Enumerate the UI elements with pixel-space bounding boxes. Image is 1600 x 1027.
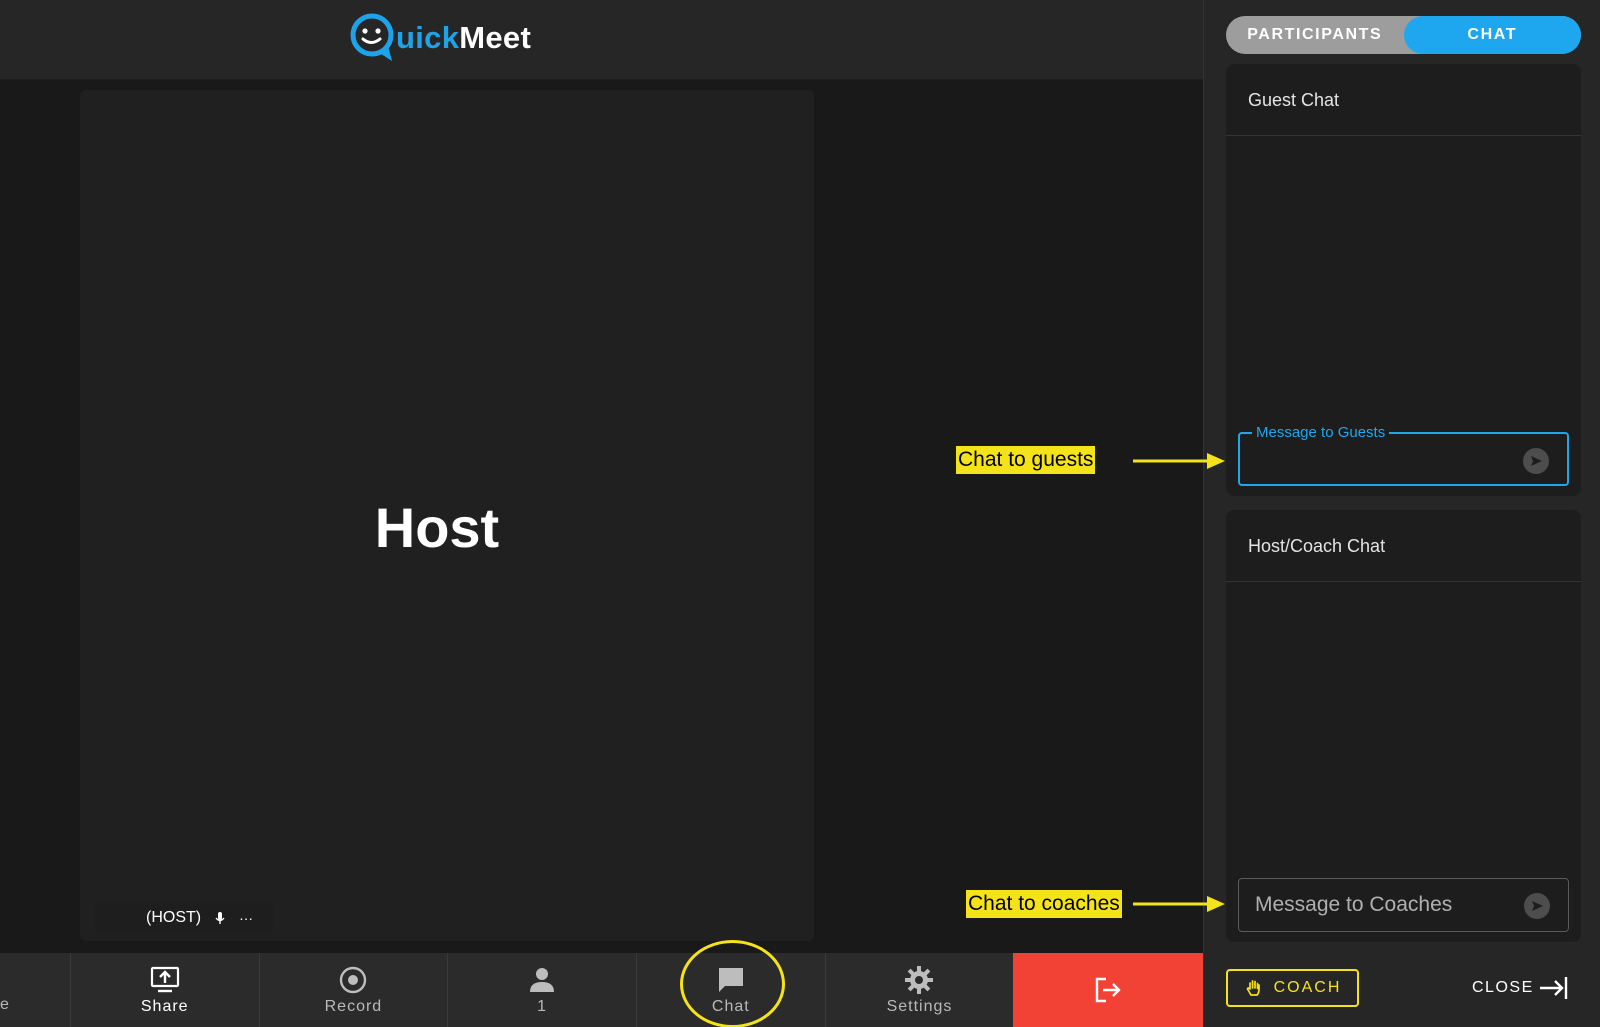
host-video-tile[interactable]: Host (HOST) ··· bbox=[80, 90, 814, 941]
person-icon bbox=[530, 967, 555, 992]
tile-label: (HOST) bbox=[146, 909, 202, 926]
app-window: uickMeet Host (HOST) ··· e Share Record … bbox=[0, 0, 1600, 1027]
coach-chat-card: Host/Coach Chat Message to Coaches bbox=[1226, 510, 1581, 942]
more-options-icon[interactable]: ··· bbox=[239, 910, 253, 926]
header: uickMeet bbox=[0, 0, 1203, 80]
gear-icon bbox=[905, 965, 934, 994]
toolbar-item-partial[interactable]: e bbox=[0, 953, 70, 1027]
guest-send-button[interactable] bbox=[1523, 448, 1549, 474]
coach-chat-title: Host/Coach Chat bbox=[1226, 510, 1581, 582]
tab-chat[interactable]: CHAT bbox=[1403, 16, 1581, 54]
record-button[interactable]: Record bbox=[258, 953, 448, 1027]
side-panel: PARTICIPANTS CHAT Guest Chat Message to … bbox=[1203, 0, 1600, 1027]
chat-button[interactable]: Chat bbox=[635, 953, 825, 1027]
panel-tabs: PARTICIPANTS CHAT bbox=[1226, 16, 1581, 54]
record-icon bbox=[340, 966, 367, 993]
annotation-arrow-guests bbox=[1133, 453, 1225, 469]
microphone-icon bbox=[215, 912, 225, 924]
tile-footer: (HOST) ··· bbox=[94, 903, 274, 933]
send-icon bbox=[1532, 901, 1543, 911]
screen-share-icon bbox=[150, 966, 179, 992]
annotation-chat-to-coaches: Chat to coaches bbox=[966, 890, 1122, 918]
meeting-toolbar: e Share Record 1 Chat Settings bbox=[0, 953, 1204, 1027]
coach-send-button[interactable] bbox=[1524, 893, 1550, 919]
coach-button-label: COACH bbox=[1273, 979, 1342, 996]
tab-participants[interactable]: PARTICIPANTS bbox=[1226, 16, 1404, 54]
logo-text: uickMeet bbox=[396, 20, 532, 55]
annotation-chat-to-guests: Chat to guests bbox=[956, 446, 1096, 474]
settings-label: Settings bbox=[886, 997, 953, 1015]
chat-bubble-icon bbox=[718, 967, 743, 992]
close-label: CLOSE bbox=[1472, 979, 1534, 996]
participant-name: Host bbox=[374, 496, 500, 559]
logo-speech-bubble-icon bbox=[350, 13, 394, 61]
participants-count: 1 bbox=[537, 997, 548, 1015]
guest-message-input[interactable]: Message to Guests bbox=[1238, 424, 1569, 486]
quickmeet-logo: uickMeet bbox=[348, 10, 531, 66]
guest-message-legend: Message to Guests bbox=[1252, 424, 1390, 441]
close-panel-button[interactable]: CLOSE bbox=[1472, 972, 1572, 1004]
close-panel-arrow-icon bbox=[1539, 977, 1567, 999]
annotation-arrow-coaches bbox=[1133, 896, 1225, 912]
participants-button[interactable]: 1 bbox=[447, 953, 636, 1027]
share-button[interactable]: Share bbox=[69, 953, 259, 1027]
coach-message-placeholder: Message to Coaches bbox=[1255, 893, 1453, 916]
video-stage: Host (HOST) ··· bbox=[0, 80, 1203, 953]
send-icon bbox=[1531, 456, 1542, 466]
record-label: Record bbox=[324, 997, 383, 1015]
chat-label: Chat bbox=[711, 997, 750, 1015]
exit-icon bbox=[1095, 977, 1121, 1003]
coach-button[interactable]: COACH bbox=[1226, 969, 1359, 1007]
coach-message-input[interactable]: Message to Coaches bbox=[1238, 878, 1569, 932]
settings-button[interactable]: Settings bbox=[824, 953, 1014, 1027]
share-label: Share bbox=[140, 997, 189, 1015]
leave-meeting-button[interactable] bbox=[1013, 953, 1204, 1027]
guest-chat-card: Guest Chat Message to Guests bbox=[1226, 64, 1581, 496]
raised-hand-icon bbox=[1246, 980, 1260, 996]
guest-chat-title: Guest Chat bbox=[1226, 64, 1581, 136]
